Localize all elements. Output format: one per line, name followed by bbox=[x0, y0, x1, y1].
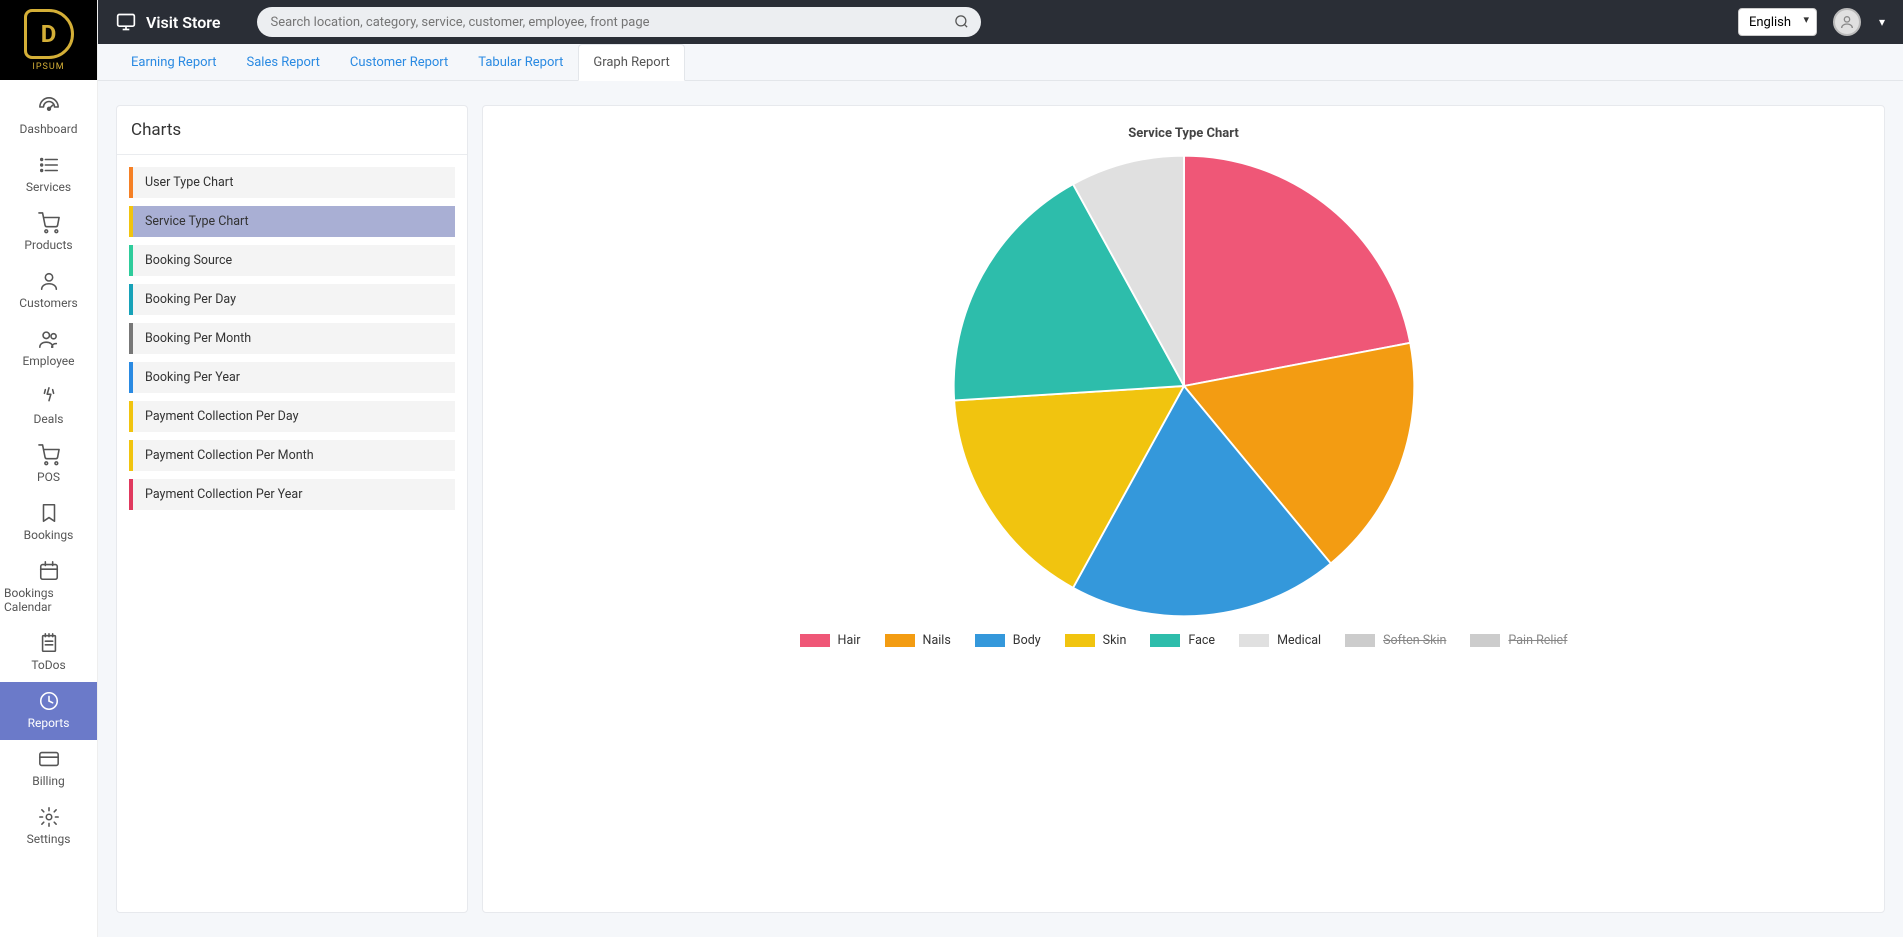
legend-swatch bbox=[1150, 634, 1180, 647]
legend-label: Body bbox=[1013, 633, 1041, 648]
legend-swatch bbox=[885, 634, 915, 647]
chart-panel: Service Type Chart Hair Nails Body Skin Face… bbox=[482, 105, 1885, 913]
legend-item[interactable]: Skin bbox=[1065, 633, 1127, 648]
sidebar-item-label: Bookings bbox=[24, 528, 74, 542]
chart-option[interactable]: Booking Per Month bbox=[129, 323, 455, 354]
legend-item[interactable]: Soften Skin bbox=[1345, 633, 1446, 648]
sidebar-item-label: Bookings Calendar bbox=[4, 586, 93, 614]
legend-item[interactable]: Hair bbox=[800, 633, 861, 648]
chart-title: Service Type Chart bbox=[1128, 126, 1239, 141]
sidebar-item-label: Products bbox=[24, 238, 72, 252]
sidebar-item-todos[interactable]: ToDos bbox=[0, 624, 97, 682]
cart-icon bbox=[38, 444, 60, 466]
topbar: Visit Store English ▾ bbox=[98, 0, 1903, 44]
language-select[interactable]: English bbox=[1738, 8, 1817, 36]
search-icon bbox=[954, 14, 969, 33]
legend-label: Hair bbox=[838, 633, 861, 648]
sidebar-item-customers[interactable]: Customers bbox=[0, 262, 97, 320]
legend-item[interactable]: Body bbox=[975, 633, 1041, 648]
pie-chart bbox=[949, 151, 1419, 621]
tab-earning-report[interactable]: Earning Report bbox=[116, 44, 232, 81]
legend-label: Nails bbox=[923, 633, 951, 648]
search-input[interactable] bbox=[257, 7, 982, 37]
sidebar-item-reports[interactable]: Reports bbox=[0, 682, 97, 740]
legend-swatch bbox=[800, 634, 830, 647]
sidebar-item-label: Employee bbox=[22, 354, 74, 368]
user-icon bbox=[38, 270, 60, 292]
sidebar-item-label: POS bbox=[37, 470, 60, 484]
clock-icon bbox=[38, 690, 60, 712]
legend-swatch bbox=[1065, 634, 1095, 647]
tab-graph-report[interactable]: Graph Report bbox=[578, 44, 684, 81]
sidebar-item-label: Billing bbox=[32, 774, 65, 788]
legend-label: Skin bbox=[1103, 633, 1127, 648]
bookmark-icon bbox=[38, 502, 60, 524]
sidebar-item-bookings-calendar[interactable]: Bookings Calendar bbox=[0, 552, 97, 624]
legend-swatch bbox=[1239, 634, 1269, 647]
avatar[interactable] bbox=[1833, 8, 1861, 36]
tab-tabular-report[interactable]: Tabular Report bbox=[463, 44, 578, 81]
card-icon bbox=[38, 748, 60, 770]
list-icon bbox=[38, 154, 60, 176]
tag-icon bbox=[38, 386, 60, 408]
sidebar-item-label: Services bbox=[26, 180, 71, 194]
chevron-down-icon[interactable]: ▾ bbox=[1879, 15, 1885, 29]
legend-item[interactable]: Pain Relief bbox=[1470, 633, 1567, 648]
legend-item[interactable]: Medical bbox=[1239, 633, 1321, 648]
chart-option[interactable]: Booking Source bbox=[129, 245, 455, 276]
sidebar-item-deals[interactable]: Deals bbox=[0, 378, 97, 436]
chart-option[interactable]: Service Type Chart bbox=[129, 206, 455, 237]
legend-label: Soften Skin bbox=[1383, 633, 1446, 648]
monitor-icon bbox=[116, 12, 136, 32]
chart-option[interactable]: Booking Per Day bbox=[129, 284, 455, 315]
sidebar-item-label: Deals bbox=[34, 412, 64, 426]
gear-icon bbox=[38, 806, 60, 828]
legend-swatch bbox=[1470, 634, 1500, 647]
sidebar-item-label: Dashboard bbox=[19, 122, 77, 136]
chart-option[interactable]: Payment Collection Per Year bbox=[129, 479, 455, 510]
sidebar-item-pos[interactable]: POS bbox=[0, 436, 97, 494]
chart-option[interactable]: Payment Collection Per Month bbox=[129, 440, 455, 471]
visit-store-link[interactable]: Visit Store bbox=[116, 12, 221, 32]
sidebar-item-products[interactable]: Products bbox=[0, 204, 97, 262]
legend-label: Medical bbox=[1277, 633, 1321, 648]
users-icon bbox=[38, 328, 60, 350]
legend-swatch bbox=[975, 634, 1005, 647]
chart-option[interactable]: Booking Per Year bbox=[129, 362, 455, 393]
dashboard-icon bbox=[38, 96, 60, 118]
legend-item[interactable]: Nails bbox=[885, 633, 951, 648]
tab-sales-report[interactable]: Sales Report bbox=[232, 44, 335, 81]
sidebar-item-label: Settings bbox=[27, 832, 71, 846]
sidebar-item-employee[interactable]: Employee bbox=[0, 320, 97, 378]
notepad-icon bbox=[38, 632, 60, 654]
sidebar-item-bookings[interactable]: Bookings bbox=[0, 494, 97, 552]
sidebar-item-label: Customers bbox=[19, 296, 77, 310]
language-select-wrap: English bbox=[1738, 8, 1817, 36]
charts-panel-title: Charts bbox=[117, 106, 467, 155]
chart-legend: Hair Nails Body Skin Face Medical Soften Skin P… bbox=[800, 633, 1568, 648]
legend-label: Pain Relief bbox=[1508, 633, 1567, 648]
sidebar-item-settings[interactable]: Settings bbox=[0, 798, 97, 856]
chart-option[interactable]: User Type Chart bbox=[129, 167, 455, 198]
legend-swatch bbox=[1345, 634, 1375, 647]
legend-label: Face bbox=[1188, 633, 1215, 648]
tab-customer-report[interactable]: Customer Report bbox=[335, 44, 463, 81]
sidebar-item-services[interactable]: Services bbox=[0, 146, 97, 204]
sidebar: D IPSUM Dashboard Services Products Custome… bbox=[0, 0, 98, 937]
sidebar-item-billing[interactable]: Billing bbox=[0, 740, 97, 798]
sidebar-item-dashboard[interactable]: Dashboard bbox=[0, 88, 97, 146]
charts-panel: Charts User Type Chart Service Type Chart… bbox=[116, 105, 468, 913]
sidebar-item-label: ToDos bbox=[31, 658, 65, 672]
chart-option[interactable]: Payment Collection Per Day bbox=[129, 401, 455, 432]
cart-icon bbox=[38, 212, 60, 234]
logo: D IPSUM bbox=[0, 0, 98, 80]
calendar-icon bbox=[38, 560, 60, 582]
legend-item[interactable]: Face bbox=[1150, 633, 1215, 648]
sidebar-item-label: Reports bbox=[28, 716, 70, 730]
report-tabs: Earning ReportSales ReportCustomer Repor… bbox=[98, 44, 1903, 81]
